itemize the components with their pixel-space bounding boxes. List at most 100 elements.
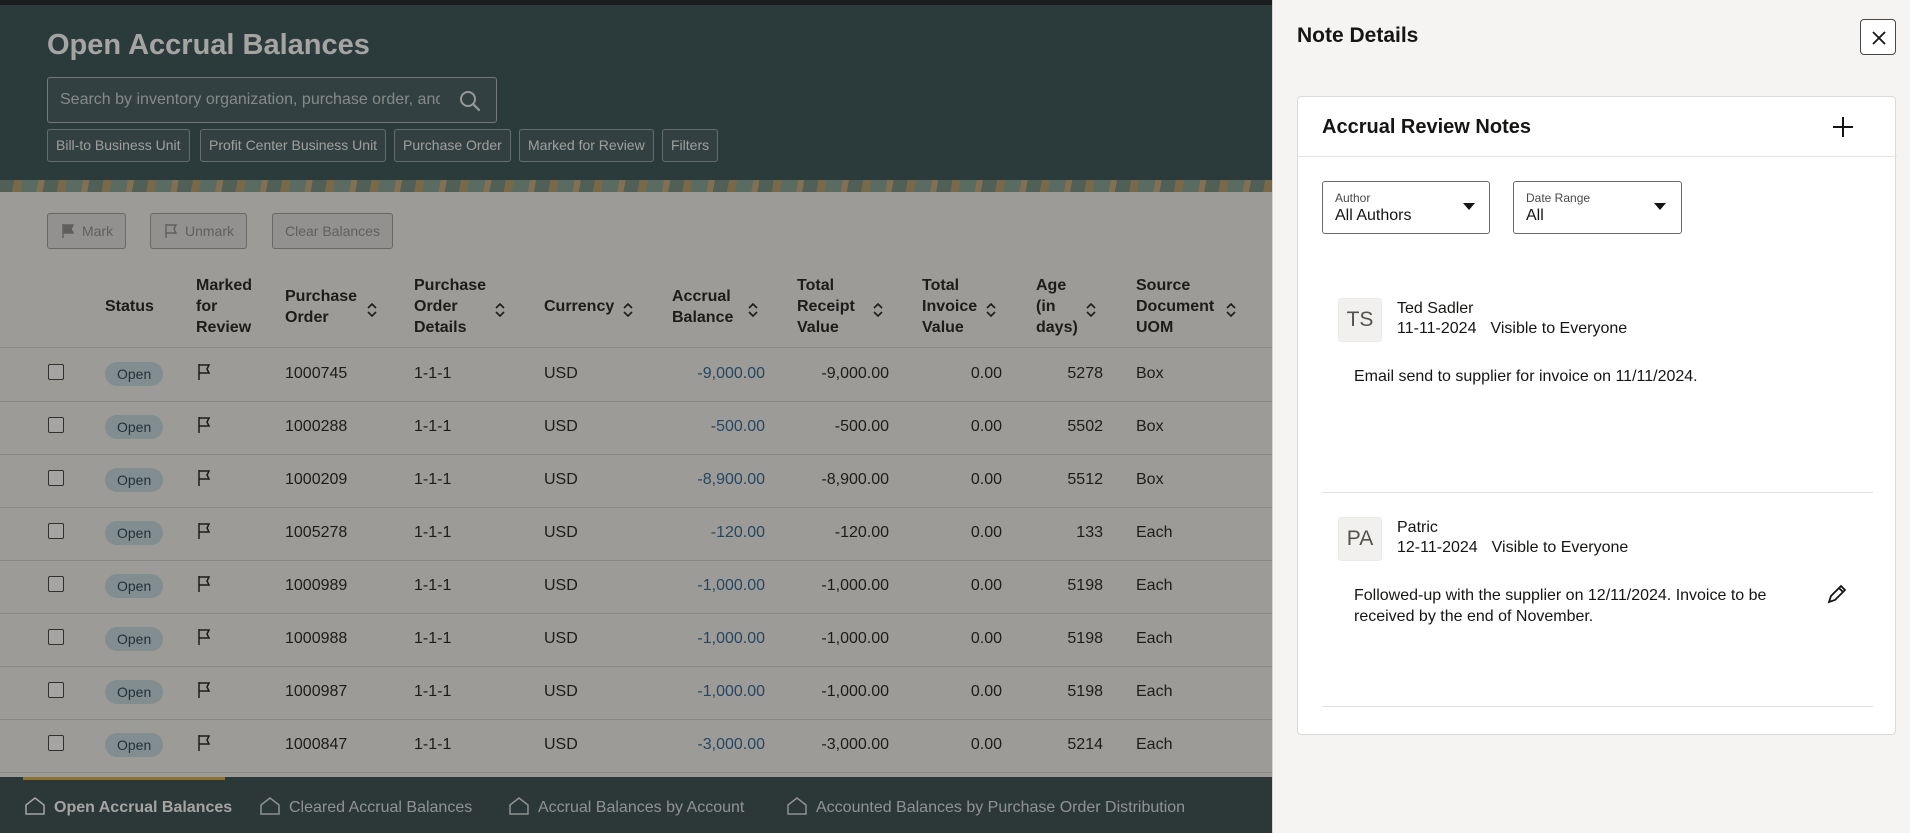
cell-receipt: -3,000.00 bbox=[821, 736, 889, 753]
cell-accrual[interactable]: -3,000.00 bbox=[697, 736, 765, 754]
note-divider bbox=[1322, 492, 1873, 493]
header-accrual-balance[interactable]: Accrual Balance bbox=[672, 286, 733, 328]
flag-icon[interactable] bbox=[196, 416, 212, 434]
cell-invoice: 0.00 bbox=[970, 683, 1002, 700]
flag-icon[interactable] bbox=[196, 469, 212, 487]
date-range-select[interactable]: Date Range All bbox=[1513, 181, 1682, 234]
author-select[interactable]: Author All Authors bbox=[1322, 181, 1490, 234]
sort-icon[interactable] bbox=[1085, 302, 1097, 318]
unmark-label: Unmark bbox=[185, 223, 235, 239]
avatar: TS bbox=[1338, 298, 1382, 342]
home-icon bbox=[787, 797, 807, 815]
filter-chip-marked-for-review[interactable]: Marked for Review bbox=[519, 129, 654, 162]
home-icon bbox=[509, 797, 529, 815]
flag-icon[interactable] bbox=[196, 522, 212, 540]
sort-icon[interactable] bbox=[985, 302, 997, 318]
cell-receipt: -500.00 bbox=[834, 418, 889, 435]
header-status: Status bbox=[105, 298, 154, 315]
cell-po: 1000987 bbox=[285, 683, 348, 700]
header-text: Value bbox=[797, 319, 839, 336]
cell-details: 1-1-1 bbox=[414, 736, 452, 753]
cell-age: 5198 bbox=[1067, 577, 1103, 594]
table-row[interactable]: Open 1005278 1-1-1 USD -120.00 -120.00 0.00 133… bbox=[0, 508, 1272, 561]
decorative-banner bbox=[0, 180, 1272, 192]
header-currency[interactable]: Currency bbox=[544, 296, 614, 317]
header-text: Value bbox=[922, 319, 964, 336]
nav-cleared-accrual-balances[interactable]: Cleared Accrual Balances bbox=[259, 796, 472, 817]
header-age[interactable]: Age (in days) bbox=[1036, 275, 1078, 338]
row-checkbox[interactable] bbox=[48, 682, 64, 698]
sort-icon[interactable] bbox=[366, 302, 378, 318]
filter-chip-profit-center-bu[interactable]: Profit Center Business Unit bbox=[200, 129, 387, 162]
row-checkbox[interactable] bbox=[48, 364, 64, 380]
sort-icon[interactable] bbox=[1225, 302, 1237, 318]
table-row[interactable]: Open 1000847 1-1-1 USD -3,000.00 -3,000.00 0.0… bbox=[0, 720, 1272, 773]
cell-details: 1-1-1 bbox=[414, 365, 452, 382]
note-meta: 11-11-2024 Visible to Everyone bbox=[1397, 320, 1627, 338]
pencil-icon[interactable] bbox=[1824, 581, 1850, 607]
nav-accrual-balances-by-account[interactable]: Accrual Balances by Account bbox=[508, 796, 744, 817]
sort-icon[interactable] bbox=[747, 302, 759, 318]
sort-icon[interactable] bbox=[494, 302, 506, 318]
nav-accounted-balances-by-po-distribution[interactable]: Accounted Balances by Purchase Order Dis… bbox=[786, 796, 1185, 817]
table-row[interactable]: Open 1000987 1-1-1 USD -1,000.00 -1,000.00 0.0… bbox=[0, 667, 1272, 720]
row-checkbox[interactable] bbox=[48, 523, 64, 539]
row-checkbox[interactable] bbox=[48, 576, 64, 592]
avatar: PA bbox=[1338, 517, 1382, 561]
cell-currency: USD bbox=[544, 524, 578, 541]
flag-icon[interactable] bbox=[196, 734, 212, 752]
row-checkbox[interactable] bbox=[48, 629, 64, 645]
plus-icon[interactable] bbox=[1828, 112, 1858, 142]
drawer-title: Note Details bbox=[1297, 24, 1419, 47]
cell-accrual[interactable]: -1,000.00 bbox=[697, 630, 765, 648]
note-author: Ted Sadler bbox=[1397, 300, 1474, 317]
header-total-invoice-value[interactable]: Total Invoice Value bbox=[922, 275, 977, 338]
cell-accrual[interactable]: -500.00 bbox=[711, 418, 765, 436]
filter-chip-bill-to-bu[interactable]: Bill-to Business Unit bbox=[47, 129, 190, 162]
header-text: for bbox=[196, 298, 218, 315]
header-source-document-uom[interactable]: Source Document UOM bbox=[1136, 275, 1214, 338]
cell-accrual[interactable]: -9,000.00 bbox=[697, 365, 765, 383]
table-row[interactable]: Open 1000989 1-1-1 USD -1,000.00 -1,000.00 0.0… bbox=[0, 561, 1272, 614]
unmark-button[interactable]: Unmark bbox=[150, 213, 248, 249]
filter-chip-filters[interactable]: Filters bbox=[662, 129, 719, 162]
flag-icon[interactable] bbox=[196, 363, 212, 381]
note-date: 12-11-2024 bbox=[1397, 539, 1478, 556]
clear-balances-button[interactable]: Clear Balances bbox=[272, 213, 393, 249]
cell-accrual[interactable]: -1,000.00 bbox=[697, 683, 765, 701]
row-checkbox[interactable] bbox=[48, 470, 64, 486]
status-badge: Open bbox=[105, 574, 164, 598]
table-row[interactable]: Open 1000988 1-1-1 USD -1,000.00 -1,000.00 0.0… bbox=[0, 614, 1272, 667]
flag-outline-icon bbox=[165, 224, 178, 238]
cell-accrual[interactable]: -120.00 bbox=[711, 524, 765, 542]
flag-icon[interactable] bbox=[196, 628, 212, 646]
note-divider bbox=[1322, 706, 1873, 707]
table-row[interactable]: Open 1000745 1-1-1 USD -9,000.00 -9,000.00 0.0… bbox=[0, 349, 1272, 402]
status-badge: Open bbox=[105, 521, 164, 545]
table-row[interactable]: Open 1000209 1-1-1 USD -8,900.00 -8,900.00 0.0… bbox=[0, 455, 1272, 508]
table-row[interactable]: Open 1000288 1-1-1 USD -500.00 -500.00 0.00 550… bbox=[0, 402, 1272, 455]
header-po-details[interactable]: Purchase Order Details bbox=[414, 275, 486, 338]
header-total-receipt-value[interactable]: Total Receipt Value bbox=[797, 275, 855, 338]
filter-chip-purchase-order[interactable]: Purchase Order bbox=[394, 129, 511, 162]
flag-icon[interactable] bbox=[196, 575, 212, 593]
header-text: Receipt bbox=[797, 298, 855, 315]
search-icon[interactable] bbox=[458, 89, 482, 113]
status-badge: Open bbox=[105, 362, 164, 386]
close-button[interactable] bbox=[1860, 19, 1896, 55]
nav-open-accrual-balances[interactable]: Open Accrual Balances bbox=[24, 796, 232, 817]
cell-currency: USD bbox=[544, 365, 578, 382]
nav-label: Cleared Accrual Balances bbox=[289, 799, 473, 816]
header-purchase-order[interactable]: Purchase Order bbox=[285, 286, 357, 328]
cell-details: 1-1-1 bbox=[414, 577, 452, 594]
search-box[interactable] bbox=[47, 77, 497, 123]
cell-accrual[interactable]: -8,900.00 bbox=[697, 471, 765, 489]
sort-icon[interactable] bbox=[872, 302, 884, 318]
row-checkbox[interactable] bbox=[48, 417, 64, 433]
sort-icon[interactable] bbox=[622, 302, 634, 318]
flag-icon[interactable] bbox=[196, 681, 212, 699]
search-input[interactable] bbox=[60, 78, 440, 122]
mark-button[interactable]: Mark bbox=[47, 213, 127, 249]
row-checkbox[interactable] bbox=[48, 735, 64, 751]
cell-accrual[interactable]: -1,000.00 bbox=[697, 577, 765, 595]
